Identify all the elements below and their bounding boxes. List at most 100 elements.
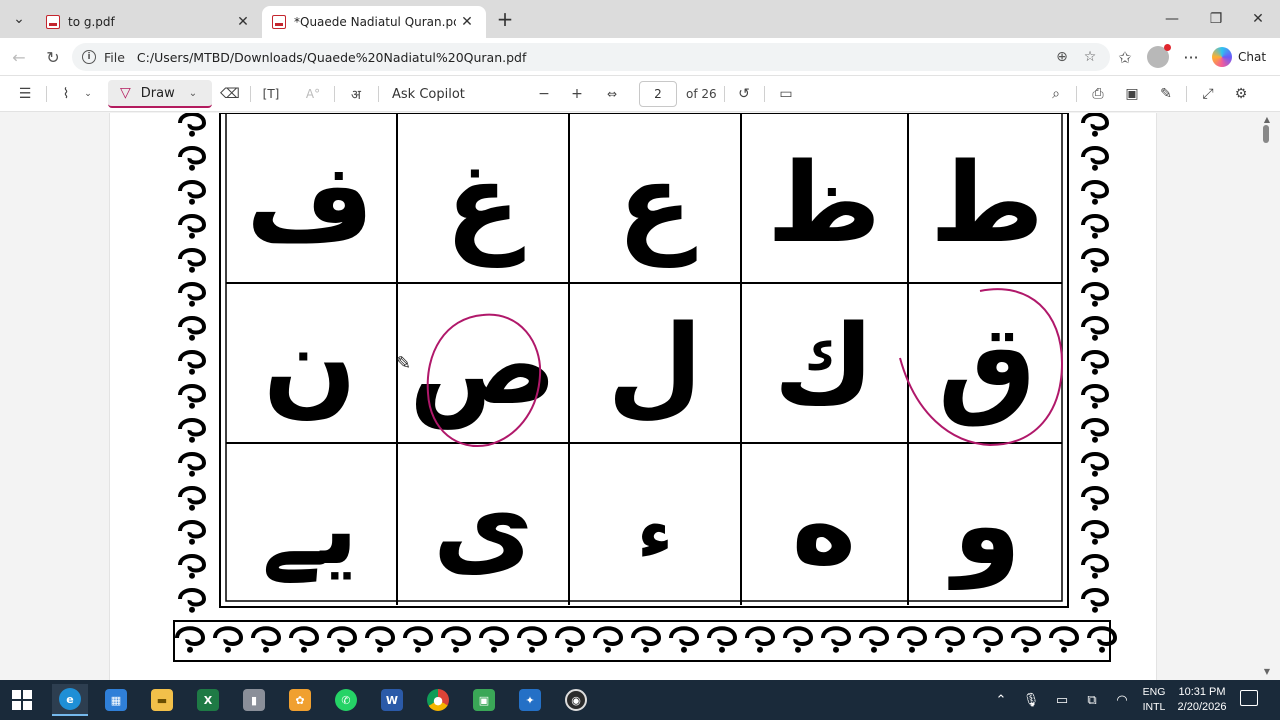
divider <box>334 86 335 102</box>
letter-cell: غ <box>445 139 525 268</box>
taskbar-edge[interactable]: e <box>52 684 88 716</box>
whatsapp-icon: ✆ <box>335 689 357 711</box>
letter-cell: ك <box>774 301 875 429</box>
app-icon: ▮ <box>243 689 265 711</box>
print-icon[interactable]: ⎙ <box>1088 82 1108 106</box>
save-icon[interactable]: ▣ <box>1122 82 1142 106</box>
notification-icon[interactable] <box>1240 690 1258 706</box>
show-hidden-icons-icon[interactable]: ⌃ <box>992 690 1010 710</box>
taskbar-screen-recorder[interactable]: ◉ <box>558 684 594 716</box>
wifi-icon[interactable]: ◠ <box>1112 690 1132 710</box>
tab-close-icon[interactable]: ✕ <box>232 11 254 33</box>
ask-copilot-button[interactable]: Ask Copilot <box>392 82 465 106</box>
restore-icon[interactable]: ❐ <box>1194 0 1238 38</box>
draw-button[interactable]: ▽ Draw ⌄ <box>108 80 212 108</box>
tab-quaede-nadiatul-quran[interactable]: *Quaede Nadiatul Quran.pdf ✕ <box>262 6 486 38</box>
scroll-up-icon[interactable]: ▲ <box>1264 115 1270 124</box>
divider <box>378 86 379 102</box>
pdf-file-icon <box>272 15 286 29</box>
letter-cell: ه <box>792 461 857 589</box>
taskbar-app-2[interactable]: ▣ <box>466 684 502 716</box>
clock-time: 10:31 PM <box>1178 686 1226 698</box>
letter-cell: ق <box>938 301 1036 429</box>
favorites-icon[interactable]: ✩ <box>1112 44 1138 70</box>
language-indicator[interactable]: ENG INTL <box>1140 685 1168 715</box>
taskbar-word[interactable]: W <box>374 684 410 716</box>
tab-actions-chevron-icon[interactable]: ⌄ <box>6 6 32 32</box>
zoom-icon[interactable]: ⊕ <box>1052 47 1072 67</box>
favorite-star-icon[interactable]: ☆ <box>1080 47 1100 67</box>
new-tab-icon[interactable]: + <box>494 7 516 31</box>
fit-width-icon[interactable]: ⇔ <box>600 82 624 106</box>
word-icon: W <box>381 689 403 711</box>
highlight-icon[interactable]: ⌇ <box>56 82 76 106</box>
page-count: of 26 <box>686 87 717 101</box>
page-view-icon[interactable]: ▭ <box>776 82 796 106</box>
more-options-icon[interactable]: ··· <box>1180 44 1202 70</box>
contents-list-icon[interactable]: ☰ <box>14 82 36 106</box>
pdf-viewer[interactable]: ف غ ع ظ ط ن ص ل ك ق يے ى ء ه و ✎ ▲ ▼ <box>0 113 1280 680</box>
back-arrow-icon[interactable]: ← <box>6 44 32 70</box>
microphone-icon[interactable]: 🎙 <box>1022 690 1040 710</box>
zoom-out-icon[interactable]: − <box>534 82 554 106</box>
taskbar-app[interactable]: ▮ <box>236 684 272 716</box>
copilot-chat-button[interactable]: Chat <box>1212 44 1266 70</box>
taskbar-store[interactable]: ▦ <box>98 684 134 716</box>
copilot-icon <box>1212 47 1232 67</box>
copilot-label: Chat <box>1238 50 1267 64</box>
search-icon[interactable]: ⌕ <box>1045 82 1067 106</box>
tab-to-g-pdf[interactable]: to g.pdf ✕ <box>36 6 262 38</box>
letter-cell: ظ <box>767 139 881 267</box>
url-text[interactable]: C:/Users/MTBD/Downloads/Quaede%20Nadiatu… <box>137 50 526 65</box>
bottom-ornamental-border <box>173 620 1118 662</box>
taskbar-chrome[interactable]: ● <box>420 684 456 716</box>
address-bar[interactable]: i File C:/Users/MTBD/Downloads/Quaede%20… <box>72 43 1110 71</box>
text-box-icon[interactable]: [T] <box>260 82 282 106</box>
app-3-icon: ✦ <box>519 689 541 711</box>
info-icon[interactable]: i <box>82 50 96 64</box>
draw-label: Draw <box>140 85 175 101</box>
network-device-icon[interactable]: ⧉ <box>1082 690 1102 710</box>
letter-chart: ف غ ع ظ ط ن ص ل ك ق يے ى ء ه و ✎ <box>173 113 1118 662</box>
taskbar-file-explorer[interactable]: ▬ <box>144 684 180 716</box>
left-ornamental-border <box>178 113 207 613</box>
letter-cell: ف <box>246 139 374 267</box>
letter-cell: ى <box>433 461 534 589</box>
pdf-page[interactable]: ف غ ع ظ ط ن ص ل ك ق يے ى ء ه و ✎ <box>109 113 1157 680</box>
taskbar-app-3[interactable]: ✦ <box>512 684 548 716</box>
tab-close-icon[interactable]: ✕ <box>456 11 478 33</box>
scheme-label: File <box>104 49 125 65</box>
highlight-chevron-icon[interactable]: ⌄ <box>80 82 96 106</box>
read-aloud-icon[interactable]: अ <box>344 82 368 106</box>
eraser-icon[interactable]: ⌫ <box>220 82 240 106</box>
store-icon: ▦ <box>105 689 127 711</box>
vertical-scrollbar[interactable]: ▲ ▼ <box>1263 113 1276 680</box>
windows-start-icon[interactable] <box>12 690 32 710</box>
letter-cell: ء <box>637 493 673 575</box>
edge-icon: e <box>59 688 81 710</box>
save-as-icon[interactable]: ✎ <box>1156 82 1176 106</box>
clock[interactable]: 10:31 PM 2/20/2026 <box>1172 685 1232 715</box>
zoom-in-icon[interactable]: + <box>567 82 587 106</box>
divider <box>764 86 765 102</box>
scroll-thumb[interactable] <box>1263 125 1269 143</box>
battery-icon[interactable]: ▭ <box>1052 690 1072 710</box>
draw-chevron-icon[interactable]: ⌄ <box>189 88 197 99</box>
arabic-letters: ف غ ع ظ ط ن ص ل ك ق يے ى ء ه و <box>246 139 1044 590</box>
letter-cell: و <box>948 461 1021 590</box>
fullscreen-icon[interactable]: ⤢ <box>1198 82 1218 106</box>
navigation-bar: ← ↻ i File C:/Users/MTBD/Downloads/Quaed… <box>0 38 1280 76</box>
settings-gear-icon[interactable]: ⚙ <box>1231 82 1251 106</box>
scroll-down-icon[interactable]: ▼ <box>1264 667 1270 676</box>
taskbar-paint[interactable]: ✿ <box>282 684 318 716</box>
rotate-icon[interactable]: ↺ <box>734 82 754 106</box>
taskbar-excel[interactable]: X <box>190 684 226 716</box>
letter-cell: يے <box>262 470 358 587</box>
taskbar-whatsapp[interactable]: ✆ <box>328 684 364 716</box>
refresh-icon[interactable]: ↻ <box>40 44 66 70</box>
profile-avatar[interactable] <box>1147 44 1171 68</box>
close-window-icon[interactable]: ✕ <box>1236 0 1280 38</box>
letter-cell: ع <box>617 139 697 268</box>
page-number-input[interactable]: 2 <box>639 81 677 107</box>
minimize-icon[interactable]: — <box>1150 0 1194 38</box>
